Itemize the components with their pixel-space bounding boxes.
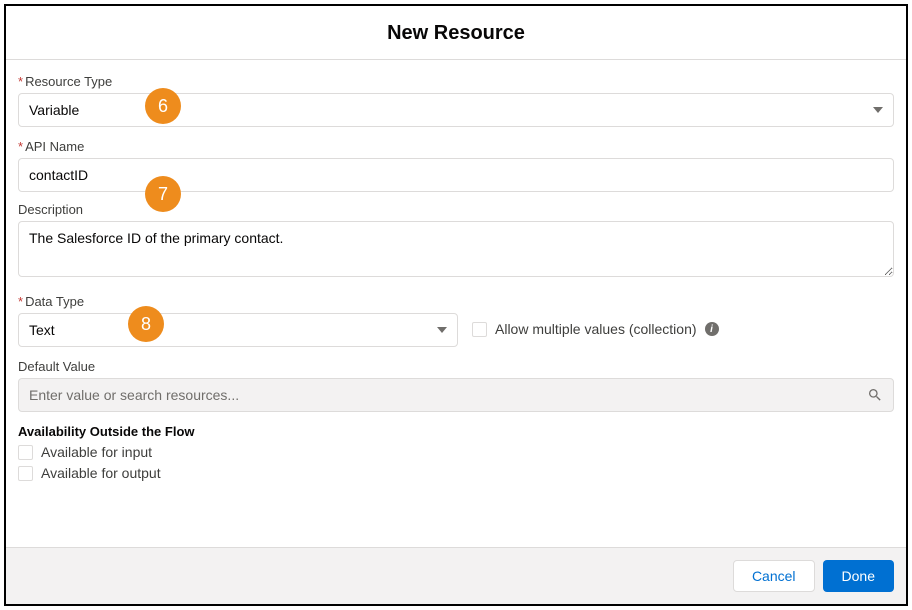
allow-multiple-checkbox[interactable]	[472, 322, 487, 337]
default-value-input[interactable]	[29, 387, 867, 403]
chevron-down-icon	[873, 107, 883, 113]
cancel-button[interactable]: Cancel	[733, 560, 815, 592]
api-name-label: API Name	[18, 139, 894, 154]
available-output-row: Available for output	[18, 465, 894, 481]
data-type-field: Data Type Text Allow multiple values (co…	[18, 294, 894, 347]
resource-type-field: Resource Type Variable 6	[18, 74, 894, 127]
description-textarea[interactable]: The Salesforce ID of the primary contact…	[18, 221, 894, 277]
available-output-checkbox[interactable]	[18, 466, 33, 481]
modal-header: New Resource	[6, 6, 906, 60]
new-resource-modal: New Resource Resource Type Variable 6 AP…	[4, 4, 908, 606]
api-name-field: API Name	[18, 139, 894, 192]
data-type-select[interactable]: Text	[18, 313, 458, 347]
allow-multiple-label: Allow multiple values (collection)	[495, 321, 697, 337]
default-value-label: Default Value	[18, 359, 894, 374]
availability-section: Availability Outside the Flow Available …	[18, 424, 894, 481]
data-type-column: Text	[18, 313, 458, 347]
done-button[interactable]: Done	[823, 560, 894, 592]
resource-type-label: Resource Type	[18, 74, 894, 89]
modal-footer: Cancel Done	[6, 547, 906, 604]
data-type-value: Text	[29, 322, 55, 338]
api-name-input[interactable]	[18, 158, 894, 192]
availability-heading: Availability Outside the Flow	[18, 424, 894, 439]
info-icon[interactable]: i	[705, 322, 719, 336]
search-icon	[867, 387, 883, 403]
data-type-row: Text Allow multiple values (collection) …	[18, 313, 894, 347]
allow-multiple-group: Allow multiple values (collection) i	[472, 313, 719, 337]
resource-type-value: Variable	[29, 102, 79, 118]
resource-type-select[interactable]: Variable	[18, 93, 894, 127]
data-type-label: Data Type	[18, 294, 894, 309]
default-value-search[interactable]	[18, 378, 894, 412]
available-input-row: Available for input	[18, 444, 894, 460]
available-input-label: Available for input	[41, 444, 152, 460]
chevron-down-icon	[437, 327, 447, 333]
modal-title: New Resource	[6, 22, 906, 45]
available-output-label: Available for output	[41, 465, 161, 481]
available-input-checkbox[interactable]	[18, 445, 33, 460]
default-value-field: Default Value	[18, 359, 894, 412]
modal-body: Resource Type Variable 6 API Name 7 Desc…	[6, 60, 906, 547]
description-field: 7 Description The Salesforce ID of the p…	[18, 202, 894, 282]
description-label: Description	[18, 202, 894, 217]
